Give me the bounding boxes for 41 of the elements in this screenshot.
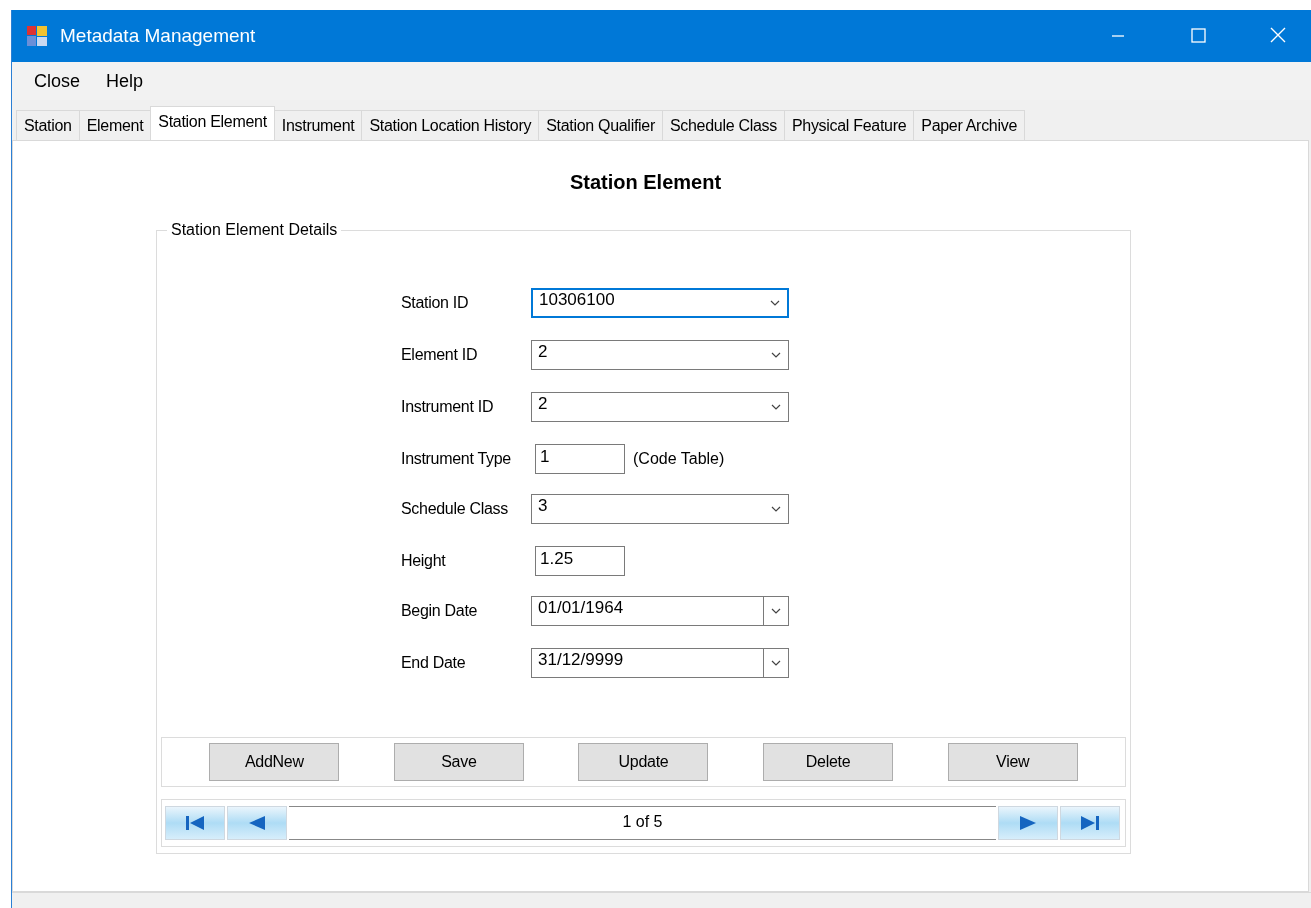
tab[interactable]: Paper Archive — [913, 110, 1025, 140]
dropdown[interactable]: 3 — [531, 494, 789, 524]
dropdown[interactable]: 2 — [531, 392, 789, 422]
chevron-down-icon[interactable] — [770, 402, 782, 412]
page-heading: Station Element — [569, 171, 722, 194]
dropdown[interactable]: 2 — [531, 340, 789, 370]
chevron-down-icon[interactable] — [770, 658, 782, 668]
chevron-down-icon[interactable] — [769, 298, 781, 308]
date-picker[interactable]: 31/12/9999 — [531, 648, 789, 678]
action-button[interactable]: Delete — [763, 743, 894, 781]
dropdown[interactable]: 10306100 — [531, 288, 789, 318]
input-field[interactable]: 1 — [535, 444, 625, 474]
field-note: (Code Table) — [633, 450, 725, 468]
field-label: Instrument ID — [401, 398, 495, 416]
chevron-down-icon[interactable] — [770, 504, 782, 514]
action-button[interactable]: View — [947, 743, 1078, 781]
field-label: Begin Date — [401, 602, 479, 620]
app-icon — [26, 25, 48, 47]
menu-item[interactable]: Help — [98, 66, 152, 96]
date-picker[interactable]: 01/01/1964 — [531, 596, 789, 626]
field-label: Element ID — [401, 346, 479, 364]
field-label: Instrument Type — [401, 450, 512, 468]
first-record-button[interactable] — [165, 806, 225, 840]
last-record-button[interactable] — [1060, 806, 1120, 840]
field-label: End Date — [401, 654, 467, 672]
chevron-down-icon[interactable] — [770, 606, 782, 616]
action-button[interactable]: Update — [578, 743, 709, 781]
action-button[interactable]: Save — [393, 743, 524, 781]
next-record-button[interactable] — [998, 806, 1058, 840]
field-label: Station ID — [401, 294, 470, 312]
field-label: Schedule Class — [401, 500, 509, 518]
menu-item[interactable]: Close — [26, 66, 89, 96]
window-title: Metadata Management — [60, 25, 257, 47]
previous-record-button[interactable] — [227, 806, 287, 840]
chevron-down-icon[interactable] — [770, 350, 782, 360]
record-position: 1 of 5 — [289, 806, 996, 840]
field-label: Height — [401, 552, 447, 570]
tab[interactable]: Station Element — [150, 106, 275, 140]
action-button[interactable]: AddNew — [209, 743, 340, 781]
tab[interactable]: Station — [16, 110, 80, 140]
input-field[interactable]: 1.25 — [535, 546, 625, 576]
